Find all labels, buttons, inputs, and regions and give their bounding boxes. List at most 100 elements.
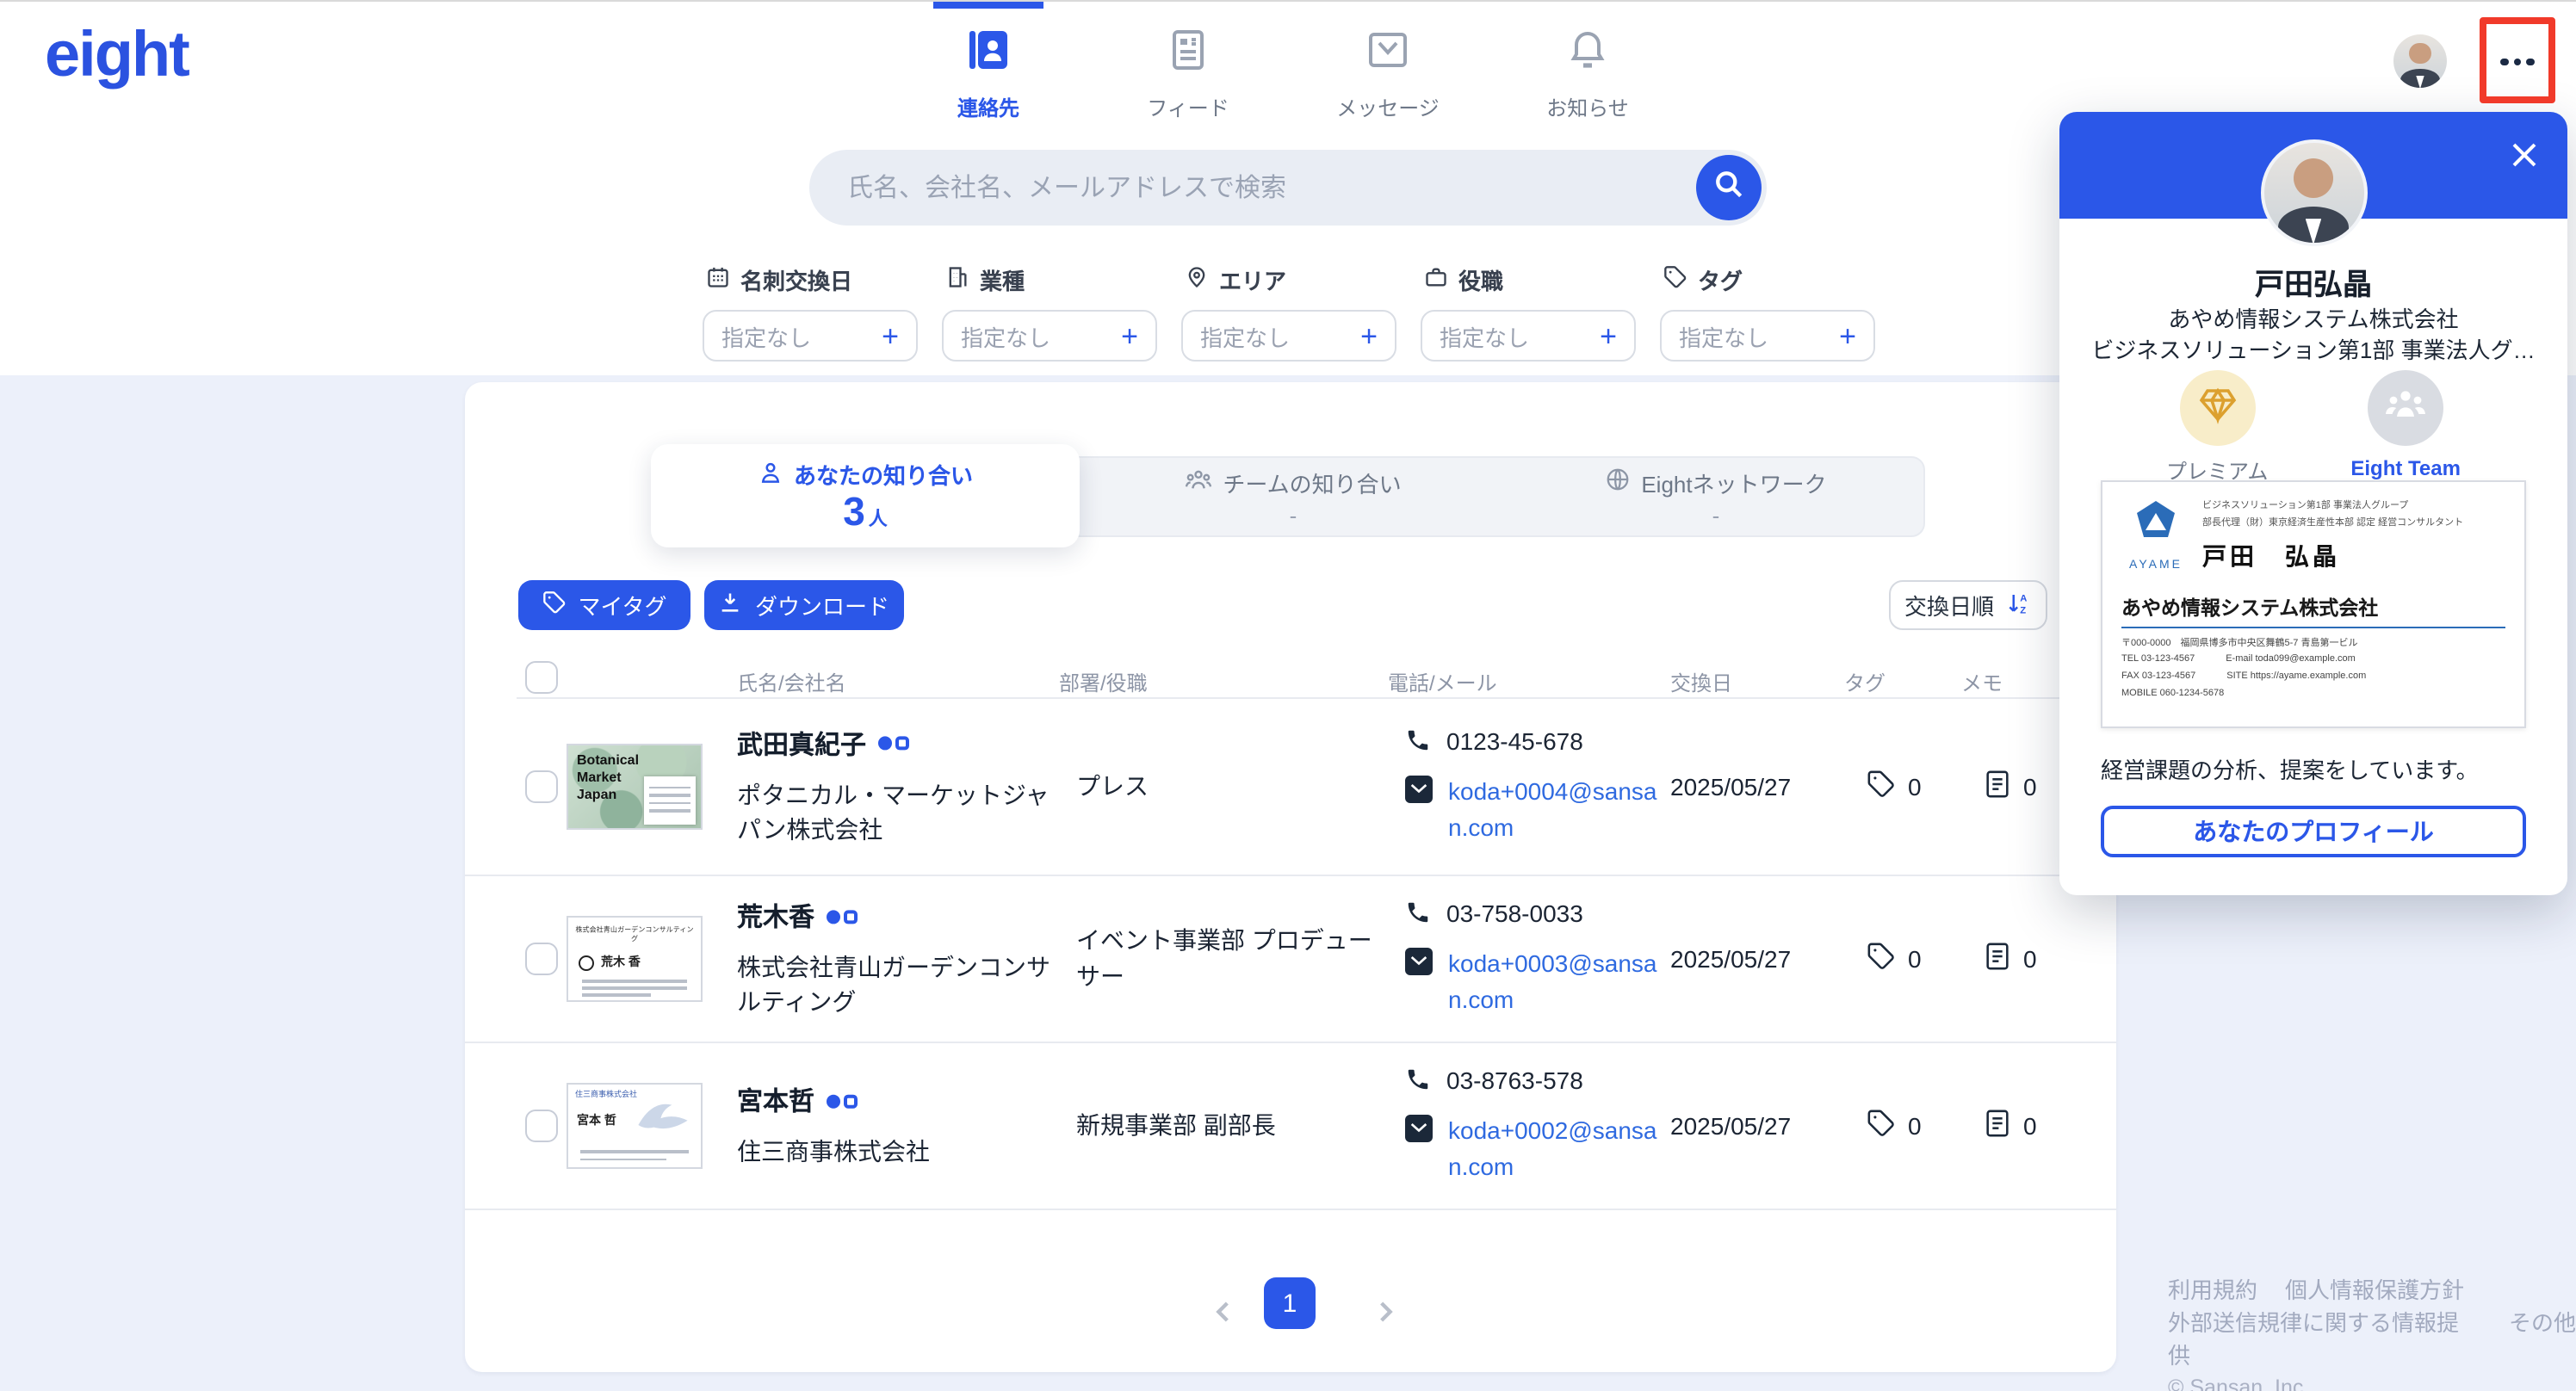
table-row[interactable]: 住三商事株式会社 宮本 哲 宮本哲 住三商事株式会社 新規事業部 副部長 03-…: [465, 1043, 2116, 1210]
premium-feature[interactable]: プレミアム: [2166, 370, 2268, 485]
filter-select[interactable]: 指定なし+: [942, 310, 1157, 362]
close-icon: [2511, 140, 2538, 176]
ayame-logo-icon: [2132, 499, 2180, 556]
eight-team-feature[interactable]: Eight Team: [2350, 370, 2461, 485]
card-logo-text: AYAME: [2129, 559, 2183, 572]
business-card-thumbnail[interactable]: 住三商事株式会社 宮本 哲: [567, 1083, 703, 1169]
filter-area: エリア 指定なし+: [1181, 263, 1396, 362]
exchange-date: 2025/05/27: [1670, 772, 1791, 800]
pagination-next-button[interactable]: [1362, 1289, 1407, 1341]
contact-phone: 03-758-0033: [1446, 900, 1583, 927]
envelope-icon: [1405, 775, 1433, 802]
search-button[interactable]: [1696, 155, 1762, 220]
plus-icon: +: [882, 321, 899, 350]
main-nav: 連絡先 フィード メッセージ お知らせ: [901, 2, 1675, 122]
nav-tab-contacts[interactable]: 連絡先: [901, 2, 1076, 122]
tag-icon: [1867, 769, 1896, 803]
nav-label: フィード: [1147, 93, 1229, 122]
your-profile-button[interactable]: あなたのプロフィール: [2101, 806, 2526, 857]
scope-tab-team[interactable]: チームの知り合い -: [1081, 458, 1505, 535]
nav-tab-feed[interactable]: フィード: [1100, 2, 1276, 122]
scope-tab-your-contacts[interactable]: あなたの知り合い 3人: [651, 444, 1080, 547]
filter-label: 役職: [1458, 263, 1503, 296]
eight-logo[interactable]: eight: [45, 19, 189, 91]
business-card-thumbnail[interactable]: BotanicalMarketJapan: [567, 743, 703, 829]
contact-company: ポタニカル・マーケットジャパン株式会社: [737, 776, 1068, 846]
row-checkbox[interactable]: [525, 1110, 558, 1142]
contact-company: 住三商事株式会社: [737, 1134, 1068, 1170]
sort-label: 交換日順: [1904, 589, 1994, 621]
eight-connection-icon: [827, 1094, 858, 1108]
phone-icon: [1405, 900, 1431, 930]
filter-select[interactable]: 指定なし+: [1660, 310, 1875, 362]
filter-industry: 業種 指定なし+: [942, 263, 1157, 362]
card-address: 〒000-0000 福岡県博多市中央区舞鶴5-7 青島第一ビル: [2121, 637, 2505, 653]
table-row[interactable]: 株式会社青山ガーデンコンサルティング 荒木 香 荒木香 株式会社青山ガーデンコン…: [465, 876, 2116, 1043]
card-tel: TEL 03-123-4567: [2121, 655, 2195, 665]
svg-text:Z: Z: [2020, 604, 2026, 615]
contact-name[interactable]: 荒木香: [737, 898, 814, 934]
search-input[interactable]: [844, 171, 1767, 204]
dots-icon: [2501, 59, 2509, 66]
pagination-prev-button[interactable]: [1202, 1289, 1247, 1341]
contact-count: 3: [843, 489, 865, 534]
pagination-page-1[interactable]: 1: [1264, 1277, 1316, 1329]
card-mobile: MOBILE 060-1234-5678: [2121, 686, 2505, 702]
contact-email[interactable]: koda+0002@sansan.com: [1448, 1113, 1675, 1185]
phone-icon: [1405, 726, 1431, 757]
nav-label: 連絡先: [957, 93, 1019, 122]
profile-name: 戸田弘晶: [2059, 260, 2567, 303]
building-icon: [945, 265, 969, 294]
footer-link-other[interactable]: その他: [2509, 1307, 2576, 1372]
more-menu-button[interactable]: [2492, 45, 2543, 79]
contact-count-unit: 人: [869, 510, 888, 530]
select-all-checkbox[interactable]: [525, 661, 558, 694]
tag-icon: [1663, 265, 1687, 294]
nav-tab-messages[interactable]: メッセージ: [1300, 2, 1476, 122]
filter-select[interactable]: 指定なし+: [1181, 310, 1396, 362]
eight-connection-icon: [827, 909, 858, 923]
filter-value: 指定なし: [1440, 319, 1529, 352]
mytag-button[interactable]: マイタグ: [518, 580, 690, 630]
footer-link-privacy[interactable]: 個人情報保護方針: [2285, 1274, 2464, 1307]
footer-copyright: © Sansan, Inc.: [2168, 1372, 2576, 1391]
row-checkbox[interactable]: [525, 770, 558, 802]
column-header-dept: 部署/役職: [1059, 668, 1148, 697]
footer-link-external-transmission[interactable]: 外部送信規律に関する情報提供: [2168, 1307, 2481, 1372]
contact-name[interactable]: 宮本哲: [737, 1083, 814, 1119]
scope-tab-value: -: [1712, 502, 1720, 528]
contacts-panel: チームの知り合い - Eightネットワーク - あなたの知り合い 3人 マイタ…: [465, 382, 2116, 1372]
user-avatar[interactable]: [2393, 34, 2447, 88]
eight-connection-icon: [878, 736, 909, 750]
envelope-icon: [1405, 1115, 1433, 1142]
footer-link-terms[interactable]: 利用規約: [2168, 1274, 2257, 1307]
filter-select[interactable]: 指定なし+: [1421, 310, 1636, 362]
scope-tab-label: Eightネットワーク: [1641, 466, 1826, 498]
contact-phone: 03-8763-578: [1446, 1066, 1583, 1094]
business-card-thumbnail[interactable]: 株式会社青山ガーデンコンサルティング 荒木 香: [567, 916, 703, 1002]
bell-icon: [1565, 28, 1610, 81]
column-header-date: 交換日: [1670, 668, 1732, 697]
filter-label: 業種: [980, 263, 1025, 296]
nav-tab-notifications[interactable]: お知らせ: [1500, 2, 1675, 122]
contact-name[interactable]: 武田真紀子: [737, 725, 866, 761]
scope-tab-network[interactable]: Eightネットワーク -: [1505, 458, 1927, 535]
contact-phone: 0123-45-678: [1446, 726, 1583, 754]
contact-email[interactable]: koda+0004@sansan.com: [1448, 773, 1675, 845]
tag-count: 0: [1908, 945, 1922, 973]
filter-select[interactable]: 指定なし+: [703, 310, 918, 362]
contact-email[interactable]: koda+0003@sansan.com: [1448, 946, 1675, 1018]
profile-business-card[interactable]: AYAME ビジネスソリューション第1部 事業法人グループ 部長代理（財）東京経…: [2101, 480, 2526, 728]
download-button[interactable]: ダウンロード: [704, 580, 904, 630]
card-title: 部長代理（財）東京経済生産性本部 認定 経営コンサルタント: [2202, 516, 2463, 534]
person-icon: [758, 459, 783, 490]
briefcase-icon: [1424, 265, 1448, 294]
tag-icon: [1867, 1109, 1896, 1143]
row-checkbox[interactable]: [525, 943, 558, 975]
table-row[interactable]: BotanicalMarketJapan 武田真紀子 ポタニカル・マーケットジャ…: [465, 697, 2116, 876]
card-email: E-mail toda099@example.com: [2226, 655, 2356, 665]
sort-select[interactable]: 交換日順 AZ: [1889, 580, 2047, 630]
close-button[interactable]: [2505, 139, 2543, 177]
card-site: SITE https://ayame.example.com: [2226, 671, 2366, 682]
svg-text:A: A: [2020, 593, 2027, 603]
